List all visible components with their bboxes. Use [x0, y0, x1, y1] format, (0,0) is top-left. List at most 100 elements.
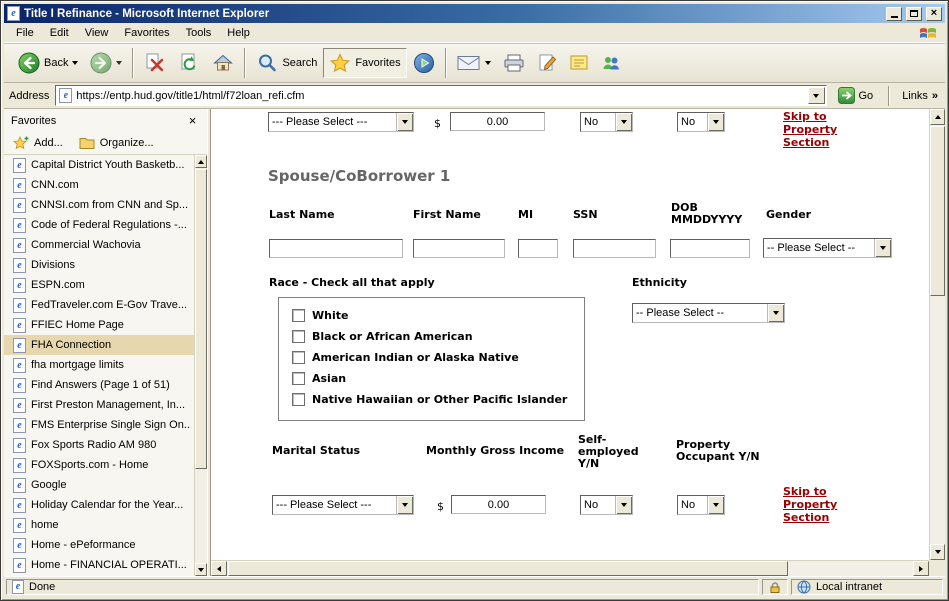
menu-edit[interactable]: Edit	[42, 25, 77, 41]
favorite-item[interactable]: fha mortgage limits	[4, 355, 207, 375]
race-option-native-american[interactable]: American Indian or Alaska Native	[292, 351, 584, 364]
race-checkbox[interactable]	[292, 330, 305, 343]
scroll-down-button[interactable]	[195, 563, 207, 576]
chevron-down-icon[interactable]	[615, 113, 632, 131]
borrower-occupant-select[interactable]: No	[677, 112, 725, 132]
scroll-right-button[interactable]	[913, 561, 929, 576]
scroll-down-button[interactable]	[930, 544, 945, 560]
organize-favorites-button[interactable]: Organize...	[79, 137, 154, 150]
scrollbar-thumb[interactable]	[930, 126, 945, 296]
favorite-item[interactable]: Code of Federal Regulations -...	[4, 215, 207, 235]
favorite-item[interactable]: Divisions	[4, 255, 207, 275]
messenger-button[interactable]	[595, 49, 627, 77]
favorite-item[interactable]: Holiday Calendar for the Year...	[4, 495, 207, 515]
favorite-item[interactable]: Fox Sports Radio AM 980	[4, 435, 207, 455]
race-checkbox[interactable]	[292, 372, 305, 385]
address-dropdown-button[interactable]	[808, 87, 825, 104]
forward-dropdown-icon[interactable]	[116, 61, 122, 65]
spouse-occupant-select[interactable]: No	[677, 495, 725, 515]
favorite-item[interactable]: Commercial Wachovia	[4, 235, 207, 255]
mail-dropdown-icon[interactable]	[485, 61, 491, 65]
close-button[interactable]: ×	[926, 7, 942, 21]
borrower-income-input[interactable]	[450, 112, 545, 131]
minimize-button[interactable]	[886, 7, 902, 21]
maximize-button[interactable]	[906, 7, 922, 21]
favorite-item[interactable]: FOXSports.com - Home	[4, 455, 207, 475]
chevron-down-icon[interactable]	[396, 496, 413, 514]
mail-button[interactable]	[451, 50, 497, 76]
chevron-down-icon[interactable]	[707, 496, 724, 514]
ethnicity-select[interactable]: -- Please Select --	[632, 303, 785, 323]
menu-favorites[interactable]: Favorites	[116, 25, 177, 41]
favorite-item[interactable]: FedTraveler.com E-Gov Trave...	[4, 295, 207, 315]
favorite-item[interactable]: Home - FINANCIAL OPERATI...	[4, 555, 207, 575]
favorites-button[interactable]: Favorites	[323, 48, 406, 78]
go-button[interactable]: Go	[833, 85, 879, 106]
race-option-asian[interactable]: Asian	[292, 372, 584, 385]
add-favorite-button[interactable]: Add...	[13, 136, 63, 150]
favorite-item[interactable]: CNNSI.com from CNN and Sp...	[4, 195, 207, 215]
discuss-button[interactable]	[563, 49, 595, 77]
media-button[interactable]	[407, 48, 441, 78]
scrollbar-thumb[interactable]	[228, 561, 788, 576]
ssn-input[interactable]	[573, 239, 656, 258]
search-button[interactable]: Search	[250, 48, 323, 78]
race-checkbox[interactable]	[292, 351, 305, 364]
race-checkbox[interactable]	[292, 309, 305, 322]
print-button[interactable]	[497, 49, 531, 77]
race-option-pacific-islander[interactable]: Native Hawaiian or Other Pacific Islande…	[292, 393, 584, 406]
close-icon[interactable]: ×	[185, 113, 200, 128]
forward-button[interactable]	[84, 48, 128, 78]
skip-to-property-link[interactable]: Skip to Property Section	[783, 485, 847, 524]
sidebar-scrollbar[interactable]	[194, 155, 207, 576]
skip-to-property-link[interactable]: Skip to Property Section	[783, 110, 847, 149]
mi-input[interactable]	[518, 239, 558, 258]
favorite-item[interactable]: Google	[4, 475, 207, 495]
links-button[interactable]: Links »	[900, 90, 940, 102]
menu-file[interactable]: File	[8, 25, 42, 41]
scroll-up-button[interactable]	[195, 155, 207, 168]
favorite-item[interactable]: home	[4, 515, 207, 535]
home-button[interactable]	[206, 48, 240, 78]
menu-view[interactable]: View	[77, 25, 117, 41]
spouse-self-employed-select[interactable]: No	[580, 495, 633, 515]
content-vertical-scrollbar[interactable]	[929, 109, 945, 560]
chevron-down-icon[interactable]	[707, 113, 724, 131]
address-input[interactable]: https://entp.hud.gov/title1/html/f72loan…	[55, 85, 826, 106]
gender-select[interactable]: -- Please Select --	[763, 238, 892, 258]
menu-help[interactable]: Help	[219, 25, 258, 41]
race-option-white[interactable]: White	[292, 309, 584, 322]
scrollbar-thumb[interactable]	[195, 169, 207, 469]
marital-status-select[interactable]: --- Please Select ---	[272, 495, 414, 515]
favorite-item[interactable]: FMS Enterprise Single Sign On...	[4, 415, 207, 435]
race-checkbox[interactable]	[292, 393, 305, 406]
chevron-down-icon[interactable]	[767, 304, 784, 322]
back-button[interactable]: Back	[12, 48, 84, 78]
favorite-item[interactable]: Find Answers (Page 1 of 51)	[4, 375, 207, 395]
favorite-item-selected[interactable]: FHA Connection	[4, 335, 207, 355]
favorite-item[interactable]: FFIEC Home Page	[4, 315, 207, 335]
scroll-left-button[interactable]	[211, 561, 227, 576]
favorite-item[interactable]: ESPN.com	[4, 275, 207, 295]
borrower-self-employed-select[interactable]: No	[580, 112, 633, 132]
content-horizontal-scrollbar[interactable]	[211, 560, 929, 576]
favorite-item[interactable]: First Preston Management, In...	[4, 395, 207, 415]
scroll-up-button[interactable]	[930, 109, 945, 125]
favorite-item[interactable]: Home - ePeformance	[4, 535, 207, 555]
favorite-item[interactable]: Capital District Youth Basketb...	[4, 155, 207, 175]
menu-tools[interactable]: Tools	[178, 25, 220, 41]
edit-button[interactable]	[531, 49, 563, 77]
favorite-item[interactable]: CNN.com	[4, 175, 207, 195]
race-option-black[interactable]: Black or African American	[292, 330, 584, 343]
back-dropdown-icon[interactable]	[72, 61, 78, 65]
refresh-button[interactable]	[172, 48, 206, 78]
chevron-down-icon[interactable]	[396, 113, 413, 131]
stop-button[interactable]	[138, 48, 172, 78]
borrower-select[interactable]: --- Please Select ---	[268, 112, 414, 132]
dob-input[interactable]	[670, 239, 750, 258]
chevron-down-icon[interactable]	[874, 239, 891, 257]
spouse-income-input[interactable]	[451, 495, 546, 514]
chevron-down-icon[interactable]	[615, 496, 632, 514]
last-name-input[interactable]	[269, 239, 403, 258]
first-name-input[interactable]	[413, 239, 505, 258]
